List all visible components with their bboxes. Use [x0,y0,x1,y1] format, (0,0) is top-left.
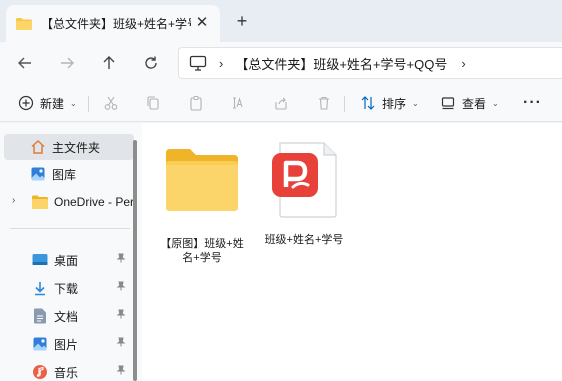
forward-button[interactable] [54,50,80,76]
sidebar-item-gallery[interactable]: 图库 [4,161,134,187]
copy-button[interactable] [145,92,161,114]
sidebar-item-label: 主文件夹 [52,140,101,155]
pictures-icon [32,336,48,352]
command-bar: 新建 ⌄ 排序 ⌄ 查看 ⌄ ··· [0,84,562,122]
rename-icon [233,97,243,109]
chevron-down-icon: ⌄ [70,98,77,108]
copy-icon [147,96,159,110]
folder-icon [32,194,48,210]
sidebar-item-downloads[interactable]: 下载 [4,275,134,301]
refresh-button[interactable] [138,50,164,76]
address-bar[interactable]: › 【总文件夹】班级+姓名+学号+QQ号 › [178,47,562,79]
file-name: 【原图】班级+姓名+学号 [160,238,244,264]
breadcrumb-chevron[interactable]: › [461,56,465,71]
desktop-icon [32,252,48,268]
breadcrumb-current-folder[interactable]: 【总文件夹】班级+姓名+学号+QQ号 [235,54,447,73]
sidebar-item-label: 图片 [54,337,79,352]
sidebar-item-documents[interactable]: 文档 [4,303,134,329]
pin-icon[interactable] [116,281,126,294]
pdf-file-item[interactable]: 班级+姓名+学号 [254,141,354,247]
view-button[interactable]: 查看 ⌄ [440,92,499,114]
sidebar-item-home[interactable]: 主文件夹 [4,134,134,160]
clipboard-icon [190,96,202,111]
monitor-icon [189,54,207,72]
refresh-icon [145,56,157,69]
up-button[interactable] [96,50,122,76]
pin-icon[interactable] [116,253,126,266]
sidebar-item-pictures[interactable]: 图片 [4,331,134,357]
sidebar-item-music[interactable]: 音乐 [4,359,134,381]
folder-icon [16,17,32,30]
navigation-row: › 【总文件夹】班级+姓名+学号+QQ号 › [0,42,562,84]
scissors-icon [104,96,118,110]
delete-button[interactable] [316,92,332,114]
arrow-left-icon [18,57,31,69]
view-button-label: 查看 [462,96,487,111]
pin-icon[interactable] [116,365,126,378]
sort-icon [361,96,375,110]
toolbar-divider [88,96,89,112]
home-icon [30,139,46,155]
more-options-button[interactable]: ··· [523,94,542,112]
folder-icon [162,143,242,219]
download-icon [32,280,48,296]
sidebar-scrollbar[interactable] [133,140,137,381]
arrow-up-icon [103,56,115,69]
sidebar-item-label: 音乐 [54,365,79,380]
tab-current-folder[interactable]: 【总文件夹】班级+姓名+学号+QQ号 ✕ [6,5,220,42]
breadcrumb-separator[interactable]: › [219,56,223,71]
wps-pdf-icon [264,141,344,218]
sidebar-item-label: 图库 [52,167,77,182]
sidebar-item-label: OneDrive - Pers [54,195,134,209]
toolbar-divider [344,96,345,112]
sidebar-item-label: 桌面 [54,253,79,268]
back-button[interactable] [12,50,38,76]
sort-button[interactable]: 排序 ⌄ [360,92,419,114]
chevron-right-icon[interactable]: › [12,195,15,206]
file-name: 班级+姓名+学号 [264,234,344,246]
view-icon [441,97,455,110]
sort-button-label: 排序 [382,96,407,111]
sidebar-divider [10,228,130,229]
sidebar-item-label: 下载 [54,281,79,296]
gallery-icon [30,166,46,182]
share-button[interactable] [273,92,289,114]
close-icon[interactable]: ✕ [194,15,210,31]
sidebar-item-desktop[interactable]: 桌面 [4,247,134,273]
chevron-down-icon: ⌄ [412,98,419,108]
sidebar-item-label: 文档 [54,309,79,324]
arrow-right-icon [61,57,74,69]
paste-button[interactable] [188,92,204,114]
new-button-label: 新建 [40,96,65,111]
rename-button[interactable] [230,92,246,114]
cut-button[interactable] [103,92,119,114]
file-list: 【原图】班级+姓名+学号 班级+姓名+学号 [142,123,562,381]
new-tab-button[interactable]: + [232,11,252,31]
trash-icon [319,96,329,110]
new-button[interactable]: 新建 ⌄ [18,92,77,114]
sidebar-item-onedrive[interactable]: › OneDrive - Pers [4,189,134,215]
share-icon [275,97,287,110]
plus-circle-icon [18,95,34,111]
pin-icon[interactable] [116,337,126,350]
tab-bar: 【总文件夹】班级+姓名+学号+QQ号 ✕ + [0,0,562,42]
documents-icon [32,308,48,324]
chevron-down-icon: ⌄ [492,98,499,108]
tab-title: 【总文件夹】班级+姓名+学号+QQ号 [41,17,191,31]
music-icon [32,364,48,380]
pin-icon[interactable] [116,309,126,322]
navigation-pane: 主文件夹 图库 › OneDrive - Pers 桌面 下载 文档 图片 音乐 [0,123,142,381]
folder-item[interactable]: 【原图】班级+姓名+学号 [152,143,252,265]
